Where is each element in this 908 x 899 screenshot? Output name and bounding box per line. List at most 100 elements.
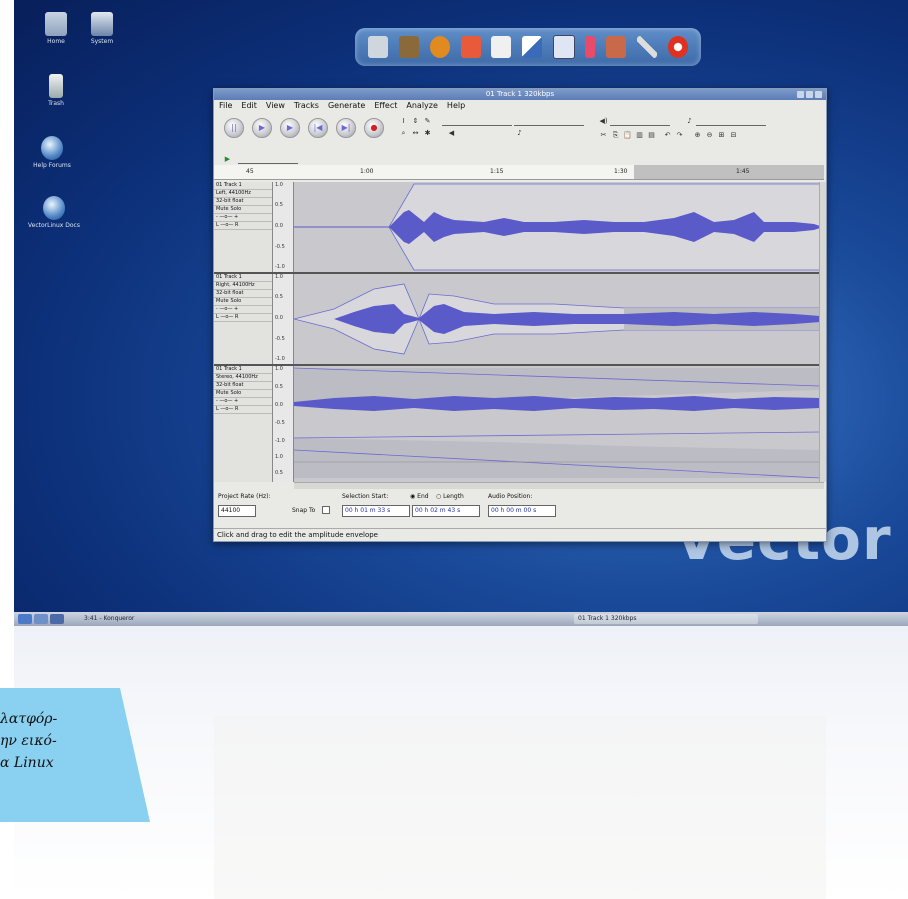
timeline-ruler[interactable]: 45 1:00 1:15 1:30 1:45 — [214, 165, 824, 180]
taskbar-item-konqueror[interactable]: 3:41 - Konqueror — [80, 614, 224, 624]
minimize-button[interactable] — [797, 91, 804, 98]
record-button[interactable]: ● — [364, 118, 384, 138]
scale-label: 1.0 — [275, 366, 283, 372]
waveform-left[interactable] — [294, 182, 820, 272]
pan-slider[interactable]: L —o— R — [214, 406, 272, 414]
menu-effect[interactable]: Effect — [374, 100, 397, 112]
menu-file[interactable]: File — [219, 100, 232, 112]
trim-icon[interactable]: ▥ — [634, 130, 645, 140]
desktop-icon-help-forums[interactable]: Help Forums — [22, 136, 82, 169]
mail-icon[interactable] — [606, 36, 627, 58]
menubar: File Edit View Tracks Generate Effect An… — [214, 100, 826, 112]
waveform-stereo[interactable] — [294, 366, 820, 482]
pause-button[interactable]: || — [224, 118, 244, 138]
snap-to-checkbox[interactable] — [322, 506, 330, 514]
paste-icon[interactable]: 📋 — [622, 130, 633, 140]
undo-icon[interactable]: ↶ — [662, 130, 673, 140]
play-button[interactable]: ▶ — [252, 118, 272, 138]
editor-icon[interactable] — [491, 36, 512, 58]
skip-end-button[interactable]: ▶| — [336, 118, 356, 138]
output-meter[interactable] — [442, 116, 512, 126]
gain-slider[interactable]: - —o— + — [214, 306, 272, 314]
end-radio[interactable]: ◉ End — [410, 493, 429, 500]
pan-slider[interactable]: L —o— R — [214, 222, 272, 230]
terminal-icon[interactable] — [368, 36, 389, 58]
timeshift-tool-icon[interactable]: ↔ — [410, 128, 421, 138]
menu-generate[interactable]: Generate — [328, 100, 365, 112]
menu-edit[interactable]: Edit — [241, 100, 257, 112]
loop-button[interactable]: ▶ — [280, 118, 300, 138]
menu-help[interactable]: Help — [447, 100, 465, 112]
start-menu-icon[interactable] — [18, 614, 32, 624]
desktop-icon-system[interactable]: System — [72, 12, 132, 45]
track-left[interactable]: 01 Track 1 Left, 44100Hz 32-bit float Mu… — [214, 182, 820, 274]
track-name-menu[interactable]: 01 Track 1 — [214, 274, 272, 282]
skip-start-button[interactable]: |◀ — [308, 118, 328, 138]
window-title: 01 Track 1 320kbps — [485, 90, 555, 98]
desktop-icon-docs[interactable]: VectorLinux Docs — [24, 196, 84, 229]
home-folder-icon — [45, 12, 67, 36]
solo-button[interactable]: Solo — [231, 206, 242, 213]
status-bar: Click and drag to edit the amplitude env… — [214, 528, 827, 541]
zoom-tool-icon[interactable]: ⌕ — [398, 128, 409, 138]
paint-icon[interactable] — [521, 36, 542, 58]
pan-slider[interactable]: L —o— R — [214, 314, 272, 322]
track-area[interactable]: 01 Track 1 Left, 44100Hz 32-bit float Mu… — [214, 182, 820, 482]
horizontal-scrollbar[interactable] — [294, 482, 824, 489]
network-icon[interactable] — [460, 36, 481, 58]
vertical-scrollbar[interactable] — [819, 182, 826, 482]
gain-slider[interactable]: - —o— + — [214, 214, 272, 222]
cut-icon[interactable]: ✂ — [598, 130, 609, 140]
speed-slider[interactable] — [238, 154, 298, 164]
zoom-out-icon[interactable]: ⊖ — [704, 130, 715, 140]
power-icon[interactable] — [667, 36, 688, 58]
desktop-icon-button[interactable] — [34, 614, 48, 624]
silence-icon[interactable]: ▤ — [646, 130, 657, 140]
length-radio[interactable]: ○ Length — [436, 493, 464, 500]
tools-icon[interactable] — [636, 36, 657, 58]
mute-button[interactable]: Mute — [216, 206, 229, 213]
desktop-icon-trash[interactable]: Trash — [26, 74, 86, 107]
settings-icon[interactable] — [399, 36, 420, 58]
track-name-menu[interactable]: 01 Track 1 — [214, 182, 272, 190]
desktop-icon-label: Trash — [48, 100, 64, 107]
zoom-in-icon[interactable]: ⊕ — [692, 130, 703, 140]
mute-button[interactable]: Mute — [216, 298, 229, 305]
audio-position-field[interactable]: 00 h 00 m 00 s — [488, 505, 556, 517]
track-stereo[interactable]: 01 Track 1 Stereo, 44100Hz 32-bit float … — [214, 366, 820, 482]
monitor-icon[interactable] — [552, 35, 575, 59]
fox-icon[interactable] — [429, 36, 450, 58]
multi-tool-icon[interactable]: ✱ — [422, 128, 433, 138]
envelope-tool-icon[interactable]: ⇕ — [410, 116, 421, 126]
menu-tracks[interactable]: Tracks — [294, 100, 319, 112]
gain-slider[interactable]: - —o— + — [214, 398, 272, 406]
menu-analyze[interactable]: Analyze — [406, 100, 438, 112]
taskbar-item-audacity[interactable]: 01 Track 1 320kbps — [574, 614, 758, 624]
maximize-button[interactable] — [806, 91, 813, 98]
menu-view[interactable]: View — [266, 100, 285, 112]
project-rate-select[interactable]: 44100 — [218, 505, 256, 517]
copy-icon[interactable]: ⎘ — [610, 130, 621, 140]
selection-start-field[interactable]: 00 h 01 m 33 s — [342, 505, 410, 517]
close-button[interactable] — [815, 91, 822, 98]
draw-tool-icon[interactable]: ✎ — [422, 116, 433, 126]
mute-button[interactable]: Mute — [216, 390, 229, 397]
window-titlebar[interactable]: 01 Track 1 320kbps — [214, 89, 826, 100]
volume-slider[interactable] — [610, 116, 670, 126]
battery-icon[interactable] — [585, 36, 596, 58]
solo-button[interactable]: Solo — [231, 298, 242, 305]
track-name-menu[interactable]: 01 Track 1 — [214, 366, 272, 374]
fit-project-icon[interactable]: ⊟ — [728, 130, 739, 140]
track-right[interactable]: 01 Track 1 Right, 44100Hz 32-bit float M… — [214, 274, 820, 366]
terminal-launcher-icon[interactable] — [50, 614, 64, 624]
play-at-speed-icon[interactable]: ▶ — [222, 154, 233, 164]
redo-icon[interactable]: ↷ — [674, 130, 685, 140]
solo-button[interactable]: Solo — [231, 390, 242, 397]
mic-level-slider[interactable] — [696, 116, 766, 126]
caption-text: λατφόρ- ην εικό- α Linux — [0, 711, 58, 771]
selection-end-field[interactable]: 00 h 02 m 43 s — [412, 505, 480, 517]
fit-selection-icon[interactable]: ⊞ — [716, 130, 727, 140]
waveform-right[interactable] — [294, 274, 820, 364]
input-meter[interactable] — [514, 116, 584, 126]
select-tool-icon[interactable]: I — [398, 116, 409, 126]
